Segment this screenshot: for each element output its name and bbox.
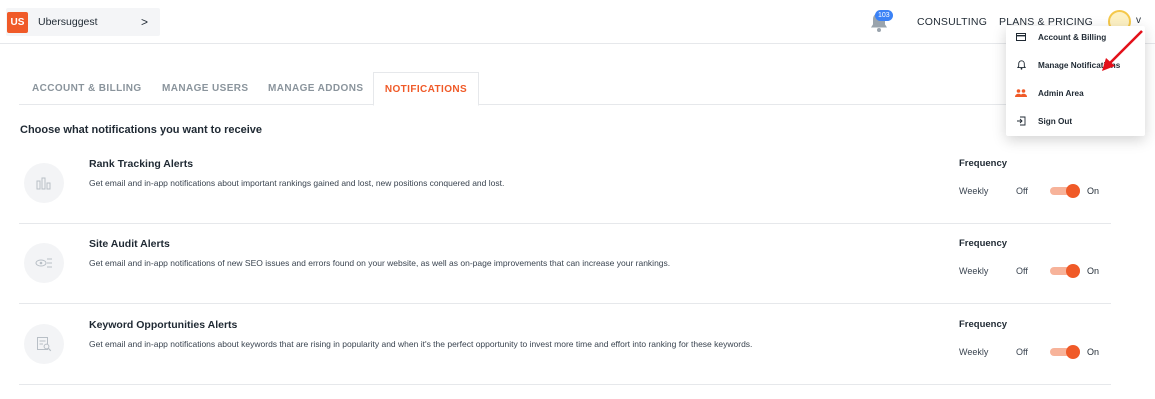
toggle-off-label: Off [1016,266,1028,276]
toggle-knob [1066,264,1080,278]
project-name: Ubersuggest [38,16,98,28]
tab-manage-addons[interactable]: MANAGE ADDONS [268,72,363,105]
annotation-arrow-icon [1102,30,1143,71]
alert-title: Keyword Opportunities Alerts [89,319,238,331]
menu-item-admin-area[interactable]: Admin Area [1006,82,1145,104]
menu-item-label: Sign Out [1038,116,1073,126]
toggle-knob [1066,345,1080,359]
bell-icon [1015,60,1027,70]
site-audit-toggle[interactable] [1050,264,1080,278]
search-document-icon [24,324,64,364]
toggle-off-label: Off [1016,186,1028,196]
rank-tracking-toggle[interactable] [1050,184,1080,198]
toggle-on-label: On [1087,266,1100,276]
credit-card-icon [1015,33,1027,41]
toggle-knob [1066,184,1080,198]
sign-out-icon [1015,116,1027,126]
tab-notifications[interactable]: NOTIFICATIONS [373,72,479,106]
frequency-value[interactable]: Weekly [959,347,988,357]
menu-item-sign-out[interactable]: Sign Out [1006,110,1145,132]
menu-item-label: Admin Area [1038,88,1084,98]
toggle-off-label: Off [1016,347,1028,357]
section-heading: Choose what notifications you want to re… [20,124,263,136]
settings-tabs: ACCOUNT & BILLING MANAGE USERS MANAGE AD… [19,72,1111,106]
alert-row-site-audit: Site Audit Alerts Get email and in-app n… [19,223,1111,304]
alert-row-rank-tracking: Rank Tracking Alerts Get email and in-ap… [19,143,1111,224]
users-icon [1015,89,1027,97]
chevron-right-icon: > [140,15,148,29]
alert-description: Get email and in-app notifications about… [89,178,505,188]
toggle-on-label: On [1087,347,1100,357]
chevron-down-icon[interactable]: v [1136,15,1141,26]
nav-consulting-link[interactable]: CONSULTING [917,16,987,28]
frequency-value[interactable]: Weekly [959,186,988,196]
alert-description: Get email and in-app notifications of ne… [89,258,671,268]
top-bar: US Ubersuggest > 103 CONSULTING PLANS & … [0,0,1155,44]
bar-chart-icon [24,163,64,203]
notification-count-badge: 103 [875,10,893,21]
project-switcher[interactable]: US Ubersuggest > [6,8,160,36]
project-badge: US [7,11,28,33]
frequency-label: Frequency [959,158,1008,169]
menu-item-label: Account & Billing [1038,32,1107,42]
alert-row-keyword-opportunities: Keyword Opportunities Alerts Get email a… [19,304,1111,385]
alert-title: Site Audit Alerts [89,238,170,250]
keyword-opportunities-toggle[interactable] [1050,345,1080,359]
frequency-label: Frequency [959,238,1008,249]
frequency-label: Frequency [959,319,1008,330]
tab-account-billing[interactable]: ACCOUNT & BILLING [32,72,142,105]
toggle-on-label: On [1087,186,1100,196]
alert-title: Rank Tracking Alerts [89,158,194,170]
eye-list-icon [24,243,64,283]
alert-description: Get email and in-app notifications about… [89,339,753,349]
tab-manage-users[interactable]: MANAGE USERS [162,72,248,105]
frequency-value[interactable]: Weekly [959,266,988,276]
